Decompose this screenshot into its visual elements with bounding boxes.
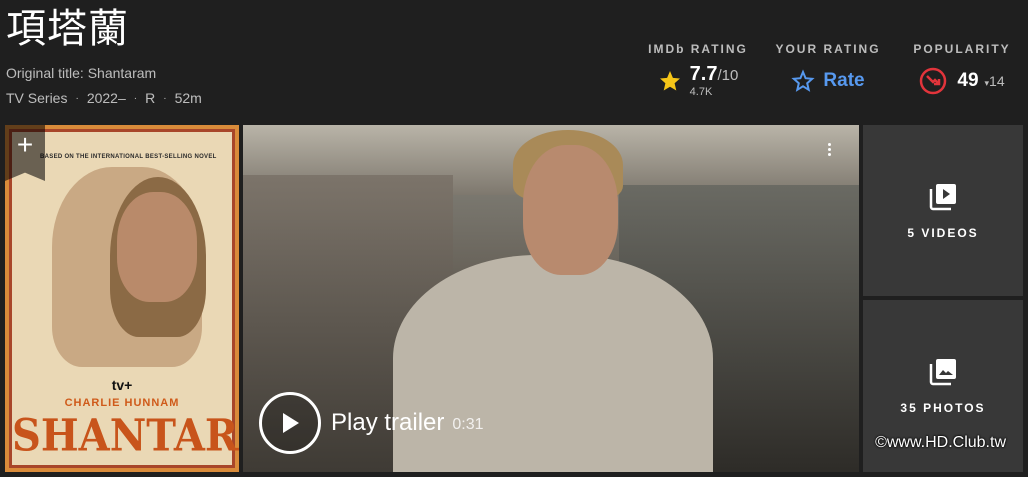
imdb-rating-label: IMDb RATING bbox=[648, 42, 748, 56]
star-icon bbox=[659, 71, 680, 91]
popularity-label: POPULARITY bbox=[913, 42, 1011, 56]
videos-tile[interactable]: 5 VIDEOS bbox=[863, 125, 1023, 296]
watermark: ©www.HD.Club.tw bbox=[875, 434, 1006, 451]
trailer-player[interactable]: Play trailer 0:31 bbox=[243, 125, 859, 472]
popularity[interactable]: POPULARITY 49 ▾14 bbox=[902, 42, 1022, 98]
poster-network: tv+ bbox=[111, 377, 133, 393]
star-outline-icon bbox=[791, 69, 816, 92]
imdb-rating[interactable]: IMDb RATING 7.7/10 4.7K bbox=[643, 42, 753, 98]
poster-logo: SHANTARAM bbox=[12, 409, 239, 462]
meta-year[interactable]: 2022– bbox=[87, 90, 126, 106]
meta-info: TV Series · 2022– · R · 52m bbox=[6, 90, 202, 106]
photo-library-icon bbox=[929, 359, 956, 386]
video-library-icon bbox=[929, 183, 956, 210]
trending-down-icon bbox=[920, 67, 947, 95]
meta-separator: · bbox=[133, 92, 138, 104]
meta-runtime: 52m bbox=[174, 90, 202, 106]
your-rating[interactable]: YOUR RATING Rate bbox=[768, 42, 888, 98]
meta-separator: · bbox=[163, 92, 167, 104]
imdb-vote-count: 4.7K bbox=[689, 85, 713, 98]
video-figure bbox=[523, 145, 618, 275]
more-options-icon[interactable] bbox=[819, 143, 839, 156]
rate-button[interactable]: Rate bbox=[823, 70, 864, 92]
meta-type[interactable]: TV Series bbox=[6, 90, 67, 106]
meta-certificate[interactable]: R bbox=[145, 90, 155, 106]
trailer-duration: 0:31 bbox=[452, 416, 484, 433]
poster-face bbox=[117, 192, 197, 302]
poster-actor: CHARLIE HUNNAM bbox=[64, 397, 180, 409]
ratings-bar: IMDb RATING 7.7/10 4.7K YOUR RATING Rate… bbox=[638, 42, 1028, 112]
your-rating-label: YOUR RATING bbox=[775, 42, 881, 56]
videos-count: 5 VIDEOS bbox=[907, 225, 979, 240]
original-title: Original title: Shantaram bbox=[6, 65, 157, 81]
play-trailer-button[interactable]: Play trailer 0:31 bbox=[259, 392, 484, 454]
popularity-rank: 49 bbox=[957, 70, 979, 91]
photos-count: 35 PHOTOS bbox=[900, 401, 986, 415]
imdb-rating-value: 7.7 bbox=[689, 62, 718, 85]
popularity-delta: ▾14 bbox=[984, 73, 1005, 89]
play-icon bbox=[259, 392, 321, 454]
poster-tagline: BASED ON THE INTERNATIONAL BEST-SELLING … bbox=[40, 154, 217, 160]
play-trailer-label: Play trailer bbox=[331, 409, 445, 436]
meta-separator: · bbox=[75, 92, 79, 104]
page-title: 項塔蘭 bbox=[6, 6, 129, 52]
imdb-rating-scale: /10 bbox=[717, 66, 739, 84]
